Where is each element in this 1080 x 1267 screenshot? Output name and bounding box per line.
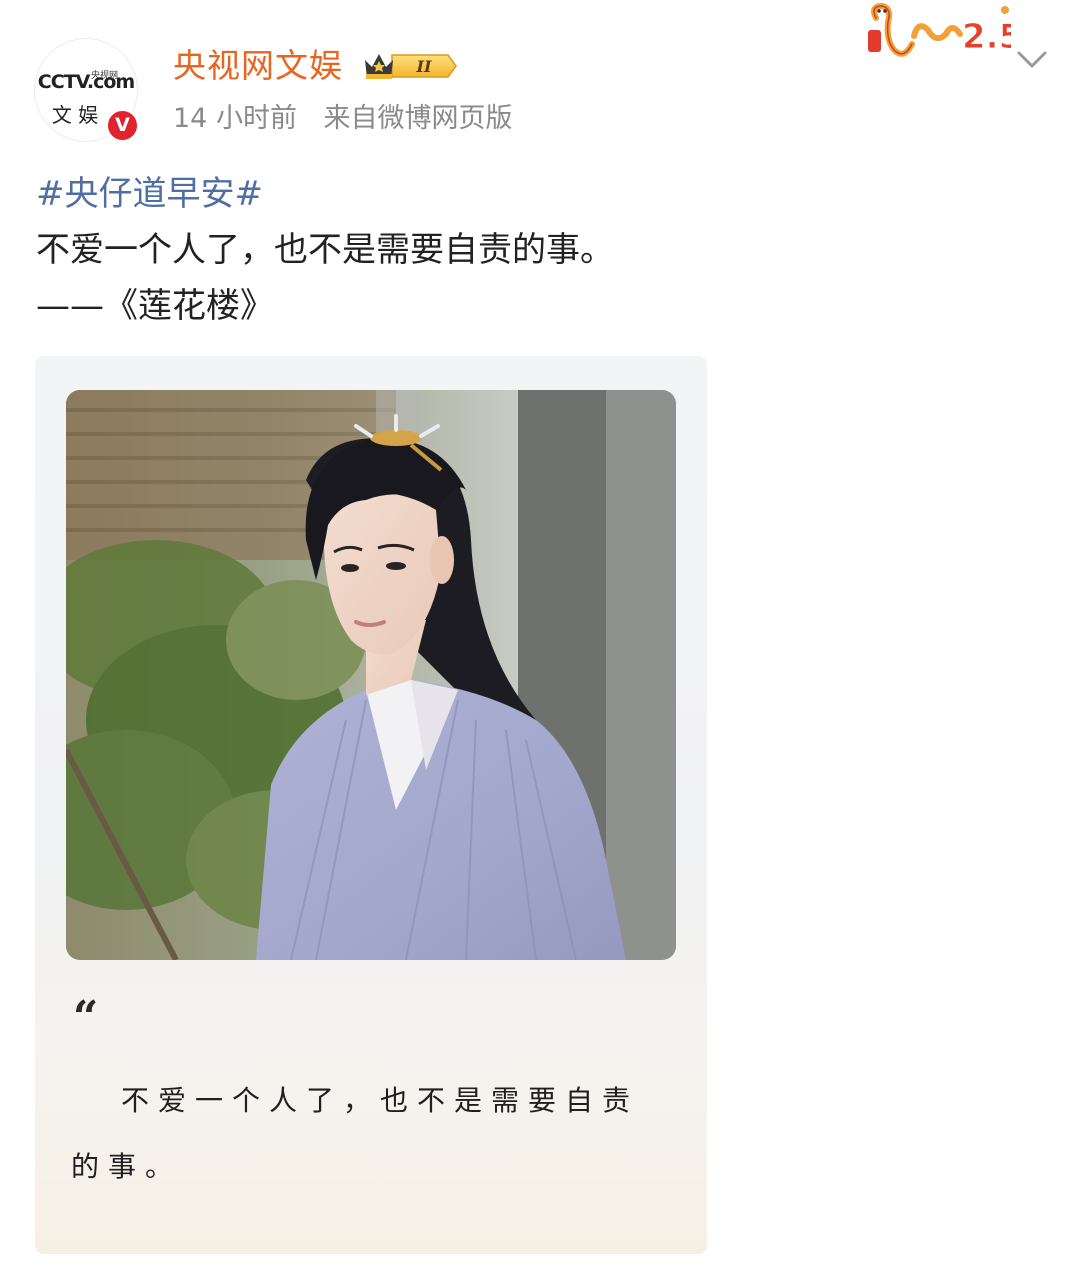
avatar-subtitle: 文 娱 [51, 103, 99, 127]
post-time[interactable]: 14 小时前 [173, 103, 297, 134]
verified-icon: V [105, 108, 140, 143]
post-text-line: ——《莲花楼》 [36, 286, 274, 326]
quote-mark: “ [73, 992, 99, 1043]
post-text-line: 不爱一个人了，也不是需要自责的事。 [36, 230, 614, 270]
crown-level-icon[interactable]: II [362, 50, 458, 82]
chevron-down-icon[interactable] [1014, 46, 1050, 74]
quote-text: 不爱一个人了，也不是需要自责的事。 [71, 1084, 640, 1183]
avatar-logo: CCTV.com [37, 71, 135, 93]
event-sticker-icon[interactable]: 2.5 [866, 0, 1011, 66]
hashtag-link[interactable]: #央仔道早安# [36, 168, 263, 220]
post-image-card[interactable]: “ 不爱一个人了，也不是需要自责的事。 [35, 356, 707, 1254]
level-label: II [416, 57, 432, 76]
post-source: 来自微博网页版 [323, 103, 513, 134]
post-meta: 14 小时前 来自微博网页版 [173, 99, 513, 139]
event-sticker-label: 2.5 [962, 17, 1011, 57]
username-link[interactable]: 央视网文娱 [173, 44, 343, 88]
drama-still-photo[interactable] [66, 390, 676, 960]
